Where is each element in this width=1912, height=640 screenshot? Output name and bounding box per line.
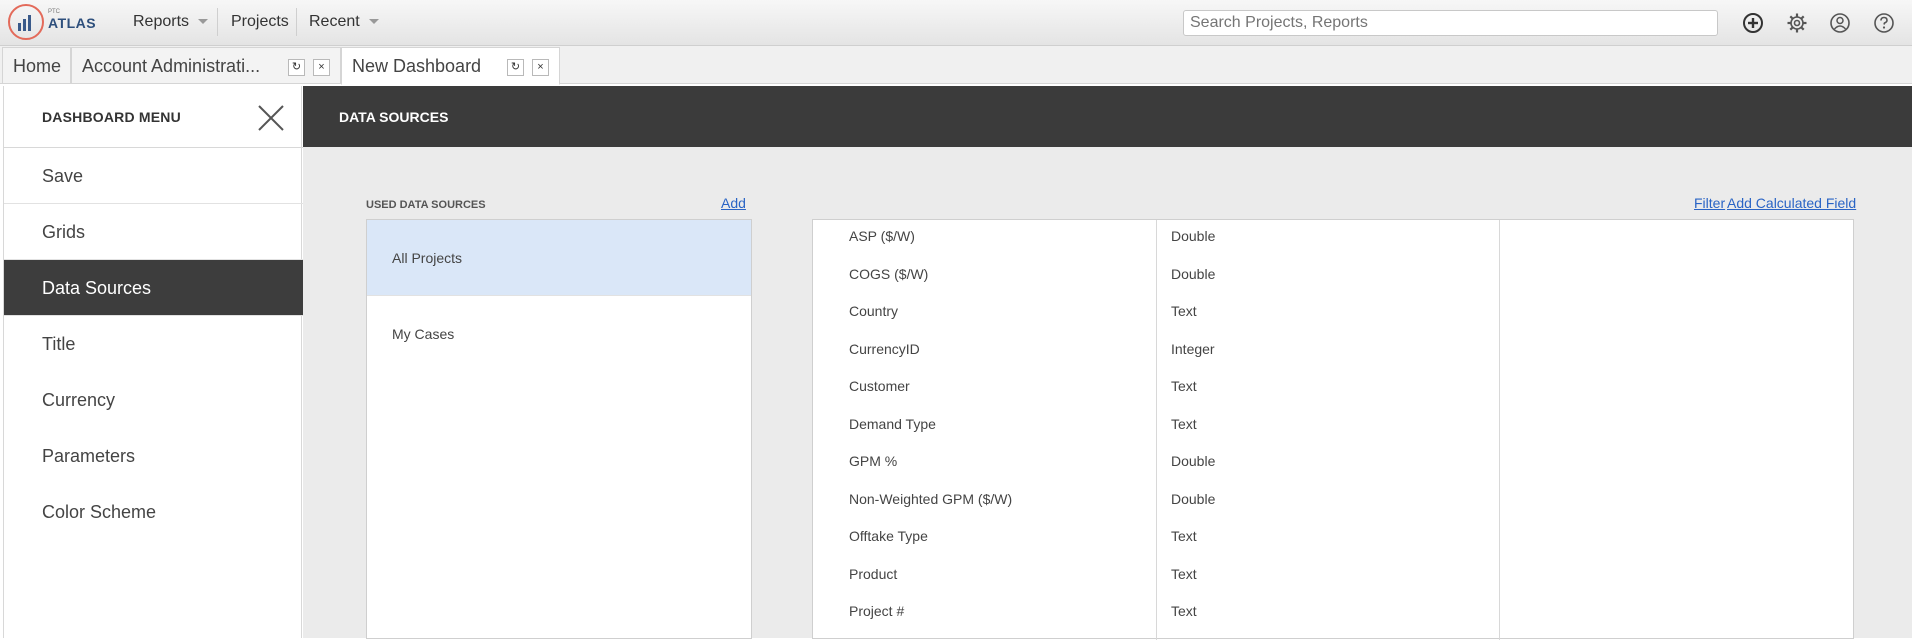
field-type: Double <box>1171 266 1216 282</box>
dashboard-menu-sidebar: DASHBOARD MENU Save Grids Data Sources T… <box>3 86 303 638</box>
table-row[interactable]: Non-Weighted GPM ($/W) Double <box>813 483 1499 520</box>
sidebar-title: DASHBOARD MENU <box>42 109 181 125</box>
gear-icon[interactable] <box>1786 12 1808 34</box>
nav-recent[interactable]: Recent <box>309 13 360 31</box>
tab-account-administration[interactable]: Account Administrati... ↻ × <box>71 47 341 84</box>
table-row[interactable]: Offtake Type Text <box>813 520 1499 557</box>
field-name: Customer <box>849 378 910 394</box>
tab-label: Account Administrati... <box>82 56 261 76</box>
field-type: Text <box>1171 603 1197 619</box>
field-name: ASP ($/W) <box>849 228 915 244</box>
table-row[interactable]: Product Text <box>813 558 1499 595</box>
field-type: Text <box>1171 378 1197 394</box>
sidebar-item-save[interactable]: Save <box>4 148 303 204</box>
field-name: Project # <box>849 603 905 619</box>
data-sources-content: USED DATA SOURCES Add Filter Add Calcula… <box>303 147 1912 640</box>
field-name: COGS ($/W) <box>849 266 929 282</box>
tab-home[interactable]: Home <box>2 47 71 84</box>
chevron-down-icon[interactable] <box>369 19 379 24</box>
field-type: Integer <box>1171 341 1215 357</box>
main-header: DATA SOURCES <box>303 86 1912 147</box>
close-icon[interactable]: × <box>532 59 549 76</box>
filter-link[interactable]: Filter <box>1694 195 1725 211</box>
search-input[interactable] <box>1183 10 1718 36</box>
used-data-sources-list: All Projects My Cases <box>366 219 752 639</box>
table-row[interactable]: Demand Type Text <box>813 408 1499 445</box>
chevron-down-icon[interactable] <box>198 19 208 24</box>
logo-word: ATLAS <box>48 15 97 31</box>
nav-projects[interactable]: Projects <box>231 13 289 31</box>
close-icon[interactable]: × <box>313 59 330 76</box>
field-type: Text <box>1171 566 1197 582</box>
field-type: Text <box>1171 528 1197 544</box>
top-bar: PTC ATLAS Reports Projects Recent <box>0 0 1912 46</box>
help-icon[interactable] <box>1873 12 1895 34</box>
field-name: Product <box>849 566 898 582</box>
list-item-all-projects[interactable]: All Projects <box>367 220 751 296</box>
table-row[interactable]: GPM % Double <box>813 445 1499 482</box>
fields-table: ASP ($/W) Double COGS ($/W) Double Count… <box>812 219 1854 640</box>
table-row[interactable]: Country Text <box>813 295 1499 332</box>
logo-bars-icon <box>18 15 34 31</box>
tab-label: Home <box>13 56 62 76</box>
sidebar-header: DASHBOARD MENU <box>4 86 303 148</box>
atlas-logo[interactable]: PTC ATLAS <box>8 4 96 42</box>
column-divider <box>1499 220 1500 640</box>
field-name: CurrencyID <box>849 341 920 357</box>
field-name: Non-Weighted GPM ($/W) <box>849 491 1013 507</box>
page-title: DATA SOURCES <box>339 109 449 125</box>
refresh-icon[interactable]: ↻ <box>507 59 524 76</box>
add-circle-icon[interactable] <box>1742 12 1764 34</box>
table-row[interactable]: Project # Text <box>813 595 1499 632</box>
close-icon[interactable] <box>257 104 285 132</box>
field-name: Demand Type <box>849 416 936 432</box>
sidebar-item-data-sources[interactable]: Data Sources <box>4 260 303 316</box>
sidebar-item-grids[interactable]: Grids <box>4 204 303 260</box>
sidebar-item-color-scheme[interactable]: Color Scheme <box>4 484 303 540</box>
tab-strip: Home Account Administrati... ↻ × New Das… <box>0 46 1912 85</box>
field-name: Offtake Type <box>849 528 928 544</box>
table-row[interactable]: COGS ($/W) Double <box>813 258 1499 295</box>
table-row[interactable]: CurrencyID Integer <box>813 333 1499 370</box>
list-item-my-cases[interactable]: My Cases <box>367 296 751 372</box>
table-row[interactable]: ASP ($/W) Double <box>813 220 1499 257</box>
nav-divider <box>296 8 297 36</box>
used-data-sources-label: USED DATA SOURCES <box>366 199 486 211</box>
refresh-icon[interactable]: ↻ <box>288 59 305 76</box>
tab-new-dashboard[interactable]: New Dashboard ↻ × <box>341 47 560 85</box>
field-name: Country <box>849 303 899 319</box>
field-name: GPM % <box>849 453 898 469</box>
field-type: Text <box>1171 416 1197 432</box>
add-link[interactable]: Add <box>721 195 746 211</box>
nav-reports[interactable]: Reports <box>133 13 189 31</box>
field-type: Text <box>1171 303 1197 319</box>
add-calculated-field-link[interactable]: Add Calculated Field <box>1727 195 1856 211</box>
field-type: Double <box>1171 491 1216 507</box>
sidebar-item-parameters[interactable]: Parameters <box>4 428 303 484</box>
field-type: Double <box>1171 228 1216 244</box>
sidebar-item-currency[interactable]: Currency <box>4 372 303 428</box>
nav-divider <box>217 8 218 36</box>
field-type: Double <box>1171 453 1216 469</box>
user-icon[interactable] <box>1829 12 1851 34</box>
sidebar-item-title[interactable]: Title <box>4 316 303 372</box>
tab-label: New Dashboard <box>352 56 482 76</box>
table-row[interactable]: Customer Text <box>813 370 1499 407</box>
